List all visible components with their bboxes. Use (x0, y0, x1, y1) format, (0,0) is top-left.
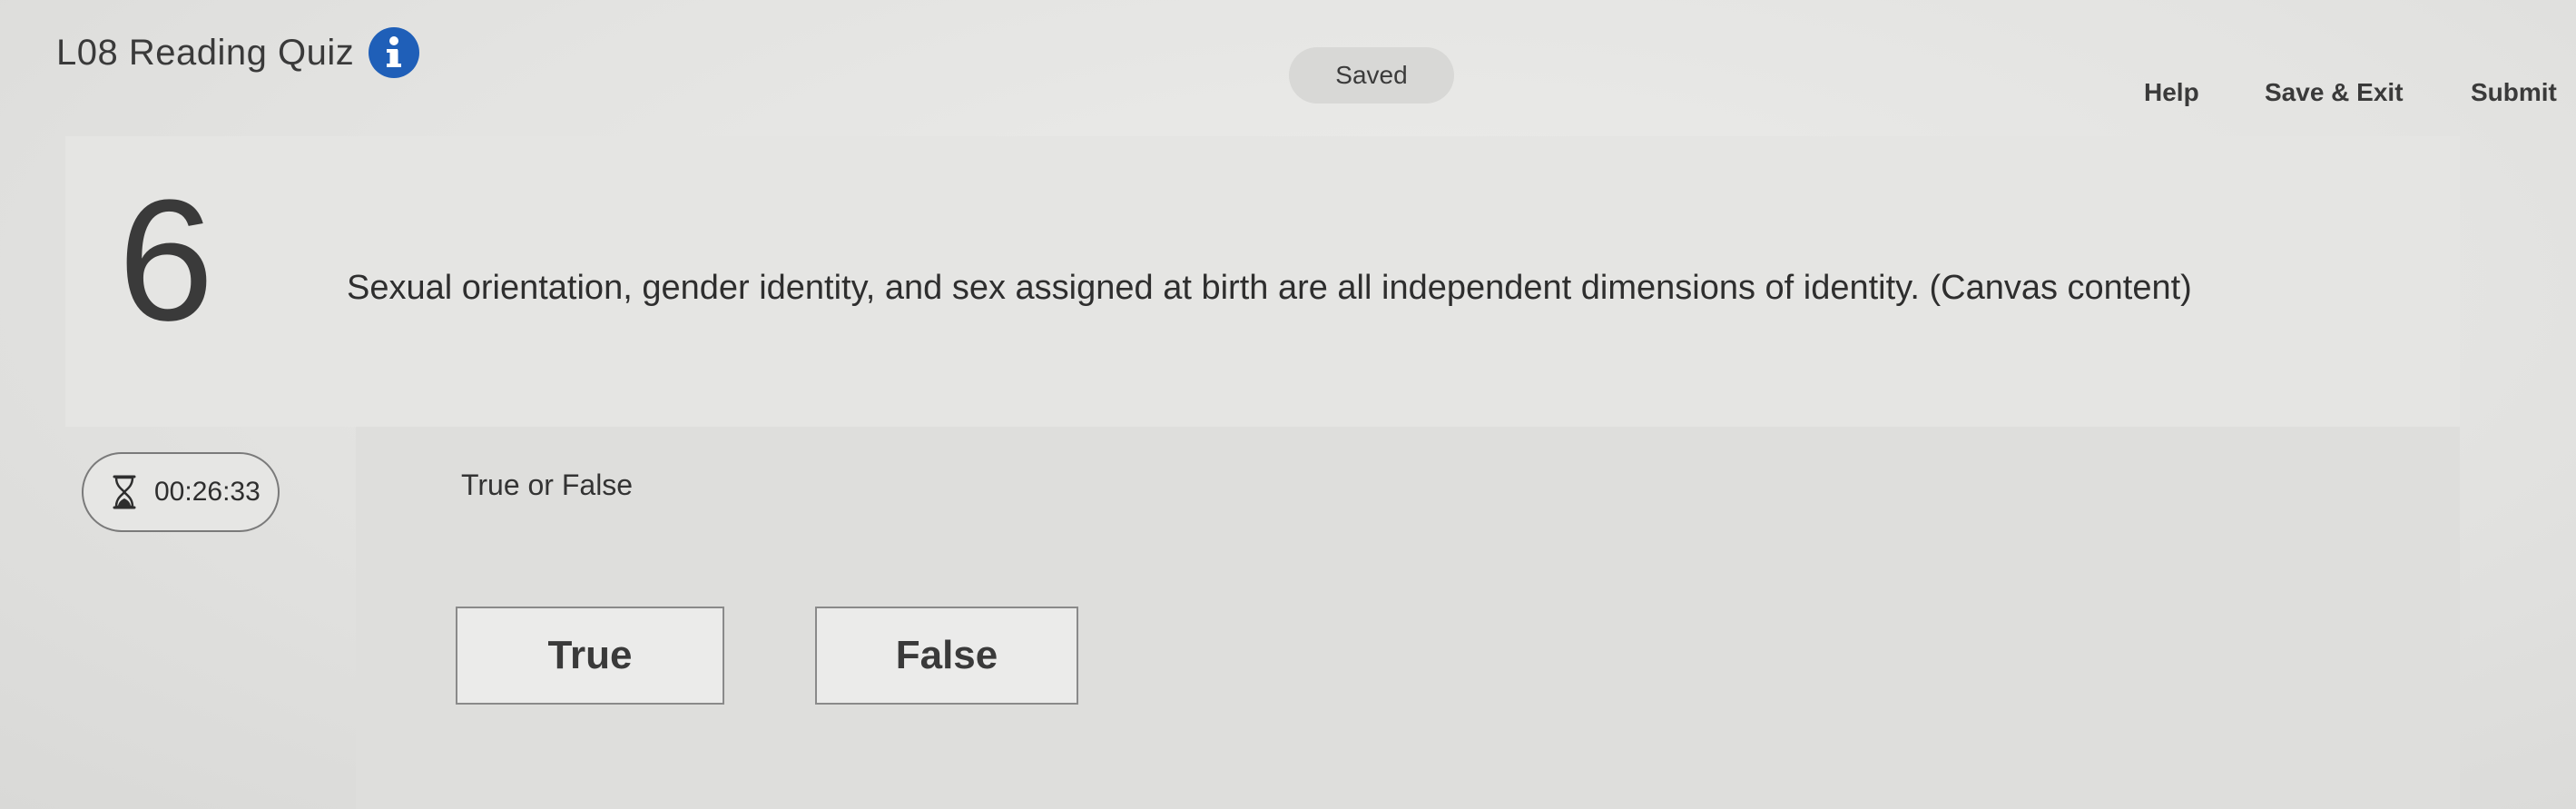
question-type-label: True or False (461, 469, 634, 501)
submit-link[interactable]: Submit (2471, 78, 2557, 107)
quiz-title: L08 Reading Quiz (56, 32, 355, 73)
save-exit-link[interactable]: Save & Exit (2265, 78, 2404, 107)
quiz-title-group: L08 Reading Quiz (56, 27, 420, 78)
save-status-badge: Saved (1289, 47, 1454, 104)
question-text: Sexual orientation, gender identity, and… (347, 269, 2192, 307)
timer[interactable]: 00:26:33 (82, 452, 280, 532)
false-button[interactable]: False (815, 607, 1078, 705)
hourglass-icon (111, 474, 138, 510)
quiz-header: L08 Reading Quiz Saved Help Save & Exit … (0, 0, 2576, 136)
quiz-screen: L08 Reading Quiz Saved Help Save & Exit … (0, 0, 2576, 809)
timer-text: 00:26:33 (154, 477, 261, 507)
help-link[interactable]: Help (2144, 78, 2199, 107)
info-icon[interactable] (369, 27, 420, 78)
question-number: 6 (118, 164, 214, 357)
true-button[interactable]: True (456, 607, 724, 705)
